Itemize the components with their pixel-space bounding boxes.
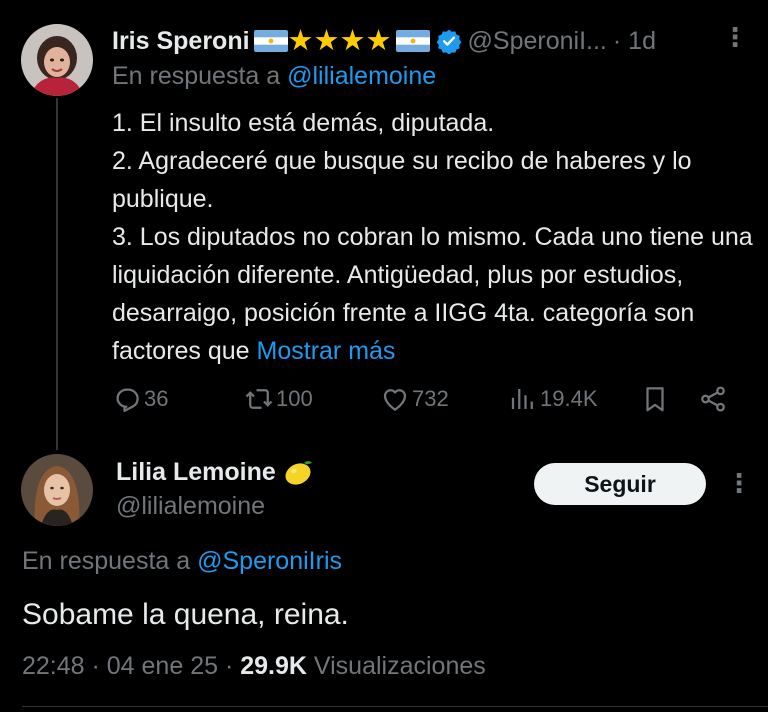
- tweet-text-line: 2. Agradeceré que busque su recibo de ha…: [112, 147, 692, 213]
- reply-context: En respuesta a @SperoniIris: [22, 547, 342, 576]
- verified-badge-icon: [436, 28, 462, 54]
- avatar-photo: [21, 454, 93, 526]
- argentina-flag-icon: [253, 30, 288, 52]
- argentina-flag-icon: [395, 30, 430, 52]
- views-button[interactable]: 19.4K: [508, 380, 598, 418]
- like-count: 732: [412, 386, 449, 411]
- reply-handle-link[interactable]: @lilialemoine: [287, 62, 436, 90]
- tweet-header: Iris Speroni ★ ★ ★ ★ @SperoniI... · 1d: [112, 24, 752, 58]
- star-icon: ★: [313, 24, 340, 57]
- thread-connector-line: [56, 98, 58, 450]
- like-button[interactable]: 732: [380, 380, 449, 418]
- tweet-text-fragment: 3. Los diputados no cobran lo mismo. Cad…: [112, 223, 753, 365]
- repost-icon: [245, 389, 273, 409]
- star-icon: ★: [287, 24, 314, 57]
- star-icon: ★: [339, 24, 366, 57]
- views-label: Visualizaciones: [306, 652, 486, 680]
- views-count: 19.4K: [540, 386, 598, 411]
- share-icon: [701, 386, 725, 412]
- divider: [22, 706, 768, 707]
- lemon-icon: [282, 457, 314, 487]
- show-more-link[interactable]: Mostrar más: [257, 337, 396, 365]
- tweet-text-line: 3. Los diputados no cobran lo mismo. Cad…: [112, 218, 762, 370]
- views-count: 29.9K: [240, 652, 307, 680]
- avatar-photo: [21, 24, 93, 96]
- share-button[interactable]: [698, 380, 730, 418]
- tweet-actions: 36 100 732 19.4K: [112, 380, 732, 418]
- bookmark-icon: [646, 387, 664, 412]
- author-name[interactable]: Lilia Lemoine: [116, 458, 276, 487]
- repost-count: 100: [276, 386, 313, 411]
- star-icon: ★: [365, 24, 392, 57]
- reply-context: En respuesta a @lilialemoine: [112, 62, 436, 91]
- bookmark-button[interactable]: [640, 380, 672, 418]
- tweet-timestamp[interactable]: 22:48 · 04 ene 25 ·: [22, 652, 240, 680]
- views-chart-icon: [511, 389, 533, 409]
- repost-button[interactable]: 100: [244, 380, 313, 418]
- author-handle[interactable]: @lilialemoine: [116, 492, 265, 521]
- more-options-icon[interactable]: ⋮: [722, 24, 748, 50]
- tweet-text-line: 1. El insulto está demás, diputada.: [112, 109, 495, 137]
- tweet-timestamp[interactable]: · 1d: [613, 27, 656, 56]
- reply-handle-link[interactable]: @SperoniIris: [197, 547, 342, 575]
- author-handle[interactable]: @SperoniI...: [468, 27, 607, 56]
- reply-prefix: En respuesta a: [22, 547, 198, 575]
- tweet-text: Sobame la quena, reina.: [22, 598, 349, 631]
- more-options-icon[interactable]: ⋮: [726, 470, 752, 496]
- reply-prefix: En respuesta a: [112, 62, 288, 90]
- avatar[interactable]: [21, 454, 93, 526]
- tweet-text: 1. El insulto está demás, diputada. 2. A…: [112, 104, 762, 370]
- heart-icon: [383, 389, 407, 411]
- follow-button[interactable]: Seguir: [534, 463, 706, 505]
- author-name-row: Lilia Lemoine: [116, 454, 314, 490]
- tweet-metadata: 22:48 · 04 ene 25 · 29.9K Visualizacione…: [22, 652, 486, 681]
- reply-button[interactable]: 36: [112, 380, 168, 418]
- avatar[interactable]: [21, 24, 93, 96]
- reply-icon: [116, 388, 139, 412]
- author-name[interactable]: Iris Speroni: [112, 27, 250, 56]
- reply-count: 36: [144, 386, 169, 411]
